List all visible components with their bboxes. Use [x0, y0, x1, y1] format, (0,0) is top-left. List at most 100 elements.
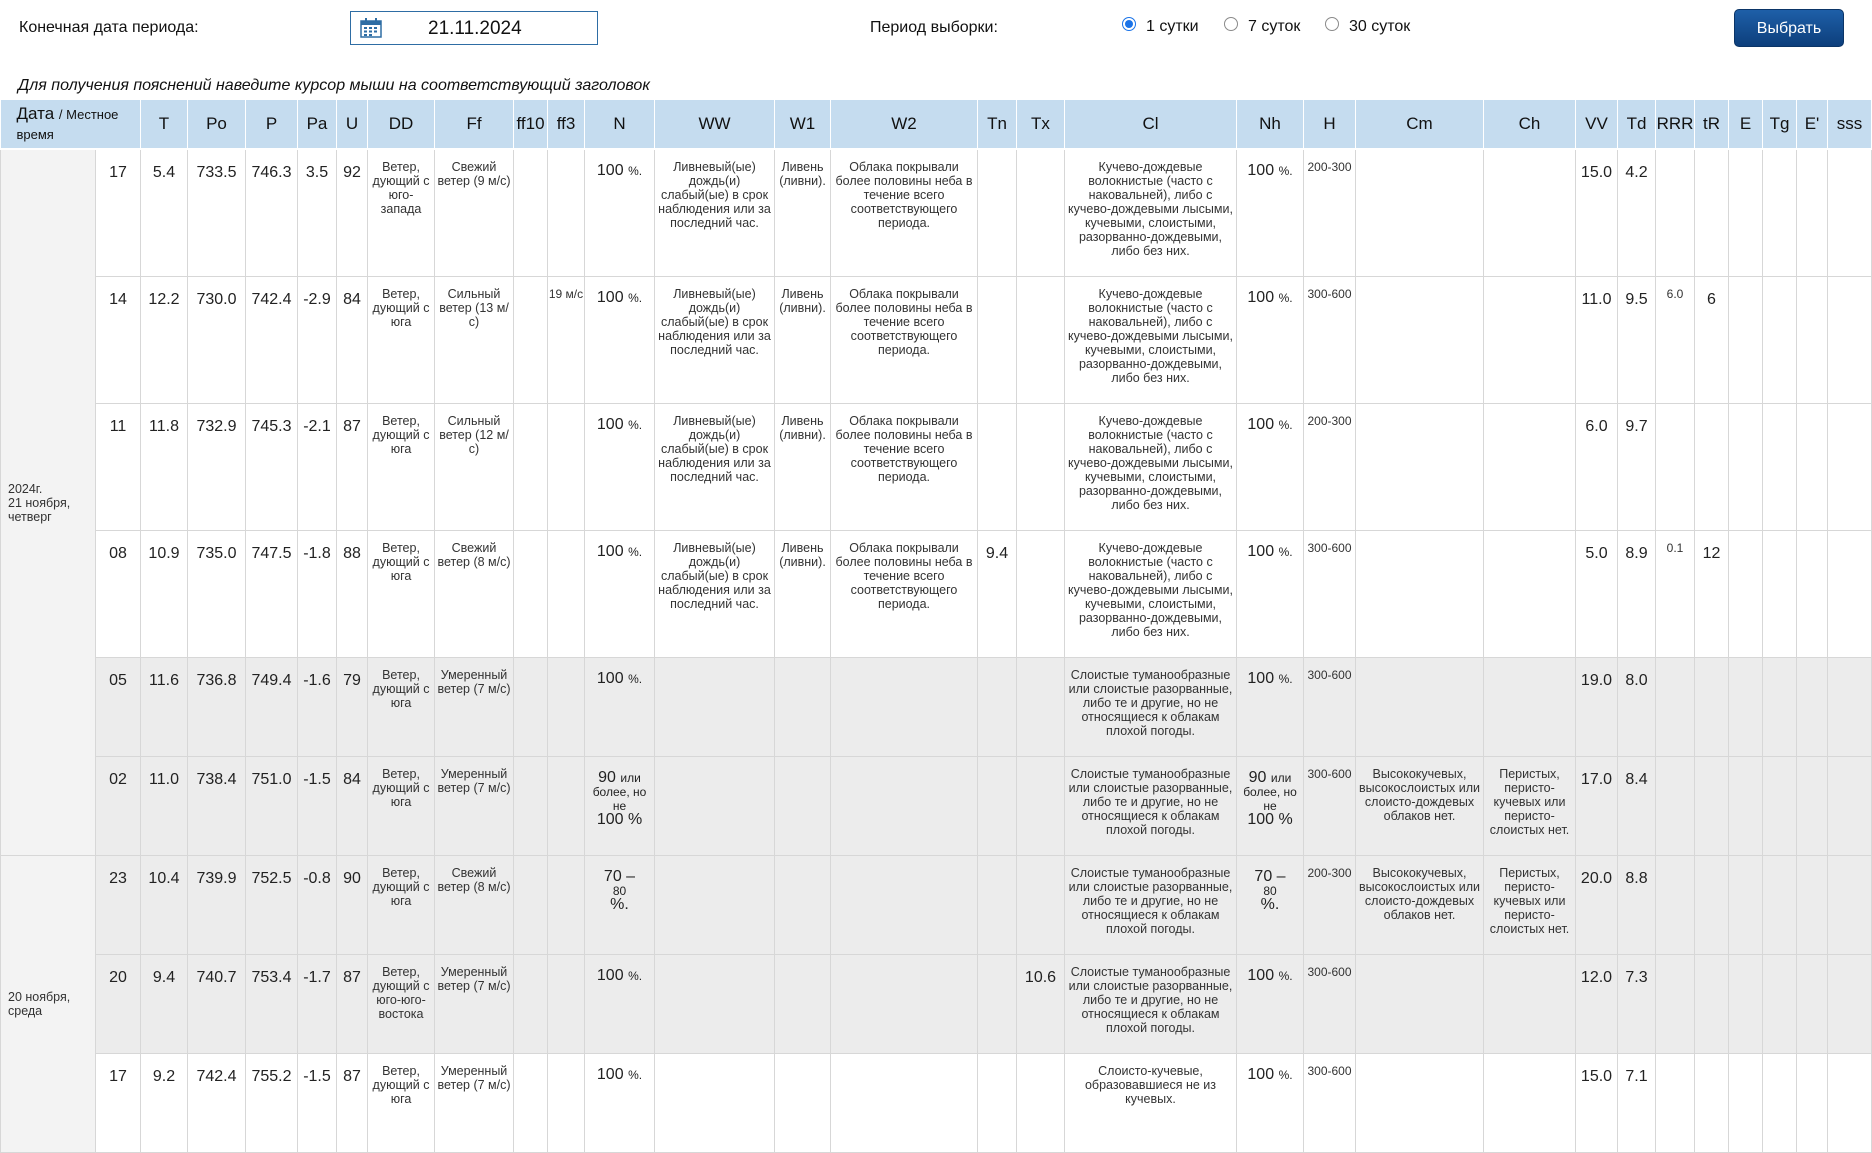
cell-t: 9.4 [140, 954, 188, 1054]
cell-ep [1796, 403, 1828, 531]
header-col-pa[interactable]: Pa [297, 100, 337, 150]
cell-tg [1762, 756, 1797, 856]
cell-ff10 [513, 403, 548, 531]
cell-tr [1694, 657, 1729, 757]
cell-e [1728, 1053, 1763, 1153]
select-button[interactable]: Выбрать [1734, 9, 1844, 47]
cell-po: 730.0 [187, 276, 246, 404]
cell-vv: 15.0 [1575, 148, 1618, 277]
cloud-unit: %. [1278, 418, 1293, 432]
cell-n: 100 %. [584, 657, 655, 757]
cloud-value: 100 [596, 1066, 624, 1083]
cell-pa: -2.1 [297, 403, 337, 531]
cell-w2 [830, 657, 978, 757]
cloud-value: 100 [596, 289, 624, 306]
header-col-p[interactable]: P [245, 100, 298, 150]
radio-30-days[interactable] [1325, 17, 1339, 31]
cloud-unit: %. [628, 418, 643, 432]
cell-ff3 [547, 855, 585, 955]
cell-td: 7.3 [1617, 954, 1656, 1054]
header-date: Дата [16, 104, 55, 123]
cell-ep [1796, 148, 1828, 277]
cell-p: 753.4 [245, 954, 298, 1054]
cell-w1 [774, 1053, 831, 1153]
header-col-t[interactable]: T [140, 100, 188, 150]
cell-nh: 100 %. [1236, 657, 1304, 757]
header-col-ff[interactable]: Ff [434, 100, 514, 150]
cell-n: 100 %. [584, 403, 655, 531]
cell-dd: Ветер, дующий с юго-запада [367, 148, 435, 277]
cell-ep [1796, 530, 1828, 658]
cell-ff: Умеренный ветер (7 м/с) [434, 1053, 514, 1153]
radio-1-day-label[interactable]: 1 сутки [1146, 18, 1199, 36]
cell-td: 9.5 [1617, 276, 1656, 404]
cell-e [1728, 530, 1763, 658]
header-col-cl[interactable]: Cl [1064, 100, 1237, 150]
header-col-ww[interactable]: WW [654, 100, 775, 150]
header-col-ch[interactable]: Ch [1483, 100, 1576, 150]
header-col-tx[interactable]: Tx [1016, 100, 1065, 150]
header-col-po[interactable]: Po [187, 100, 246, 150]
cell-cl: Слоистые туманообразные или слоистые раз… [1064, 756, 1237, 856]
radio-7-days[interactable] [1224, 17, 1238, 31]
header-col-tg[interactable]: Tg [1762, 100, 1797, 150]
header-col-cm[interactable]: Cm [1355, 100, 1484, 150]
cell-ww: Ливневый(ые) дождь(и) слабый(ые) в срок … [654, 530, 775, 658]
calendar-icon[interactable] [360, 18, 382, 38]
cell-u: 79 [336, 657, 368, 757]
cell-dd: Ветер, дующий с юга [367, 756, 435, 856]
header-col-n[interactable]: N [584, 100, 655, 150]
header-col-ff10[interactable]: ff10 [513, 100, 548, 150]
cell-dd: Ветер, дующий с юго-юго-востока [367, 954, 435, 1054]
header-col-e[interactable]: E [1728, 100, 1763, 150]
cell-h: 200-300 [1303, 148, 1356, 277]
cloud-max: 100 % [596, 811, 643, 828]
cell-cl: Кучево-дождевые волокнистые (часто с нак… [1064, 403, 1237, 531]
cell-sss [1827, 276, 1872, 404]
cell-cm [1355, 403, 1484, 531]
header-col-e-prime[interactable]: E' [1796, 100, 1828, 150]
cell-p: 747.5 [245, 530, 298, 658]
header-date-time[interactable]: Дата / Местное время [0, 100, 141, 150]
header-col-h[interactable]: H [1303, 100, 1356, 150]
header-col-tr[interactable]: tR [1694, 100, 1729, 150]
cell-tx [1016, 657, 1065, 757]
cell-pa: 3.5 [297, 148, 337, 277]
header-col-dd[interactable]: DD [367, 100, 435, 150]
header-col-td[interactable]: Td [1617, 100, 1656, 150]
radio-30-days-label[interactable]: 30 суток [1349, 18, 1410, 36]
header-col-nh[interactable]: Nh [1236, 100, 1304, 150]
end-date-input[interactable]: 21.11.2024 [350, 11, 598, 45]
cell-w2: Облака покрывали более половины неба в т… [830, 403, 978, 531]
radio-1-day[interactable] [1122, 17, 1136, 31]
cloud-unit: %. [1278, 291, 1293, 305]
table-row: 14 12.2 730.0 742.4 -2.9 84 Ветер, дующий с юг… [1, 276, 1872, 404]
header-col-vv[interactable]: VV [1575, 100, 1618, 150]
radio-7-days-label[interactable]: 7 суток [1248, 18, 1300, 36]
cell-ff: Умеренный ветер (7 м/с) [434, 756, 514, 856]
header-col-tn[interactable]: Tn [977, 100, 1017, 150]
header-col-u[interactable]: U [336, 100, 368, 150]
cloud-unit: %. [1278, 969, 1293, 983]
cell-tr: 6 [1694, 276, 1729, 404]
table-row: 02 11.0 738.4 751.0 -1.5 84 Ветер, дующий с юг… [1, 756, 1872, 856]
cell-n: 70 – 80%. [584, 855, 655, 955]
header-col-sss[interactable]: sss [1827, 100, 1872, 150]
header-col-w2[interactable]: W2 [830, 100, 978, 150]
header-col-ff3[interactable]: ff3 [547, 100, 585, 150]
cell-e [1728, 276, 1763, 404]
cell-n: 100 %. [584, 276, 655, 404]
cell-ff3 [547, 756, 585, 856]
cell-vv: 6.0 [1575, 403, 1618, 531]
cell-td: 4.2 [1617, 148, 1656, 277]
cell-dd: Ветер, дующий с юга [367, 530, 435, 658]
cell-tx [1016, 1053, 1065, 1153]
header-col-w1[interactable]: W1 [774, 100, 831, 150]
cell-po: 736.8 [187, 657, 246, 757]
cell-rrr: 0.1 [1655, 530, 1695, 658]
header-col-rrr[interactable]: RRR [1655, 100, 1695, 150]
cell-ff: Свежий ветер (8 м/с) [434, 855, 514, 955]
cell-po: 739.9 [187, 855, 246, 955]
cell-time: 20 [95, 954, 141, 1054]
cell-ww [654, 855, 775, 955]
